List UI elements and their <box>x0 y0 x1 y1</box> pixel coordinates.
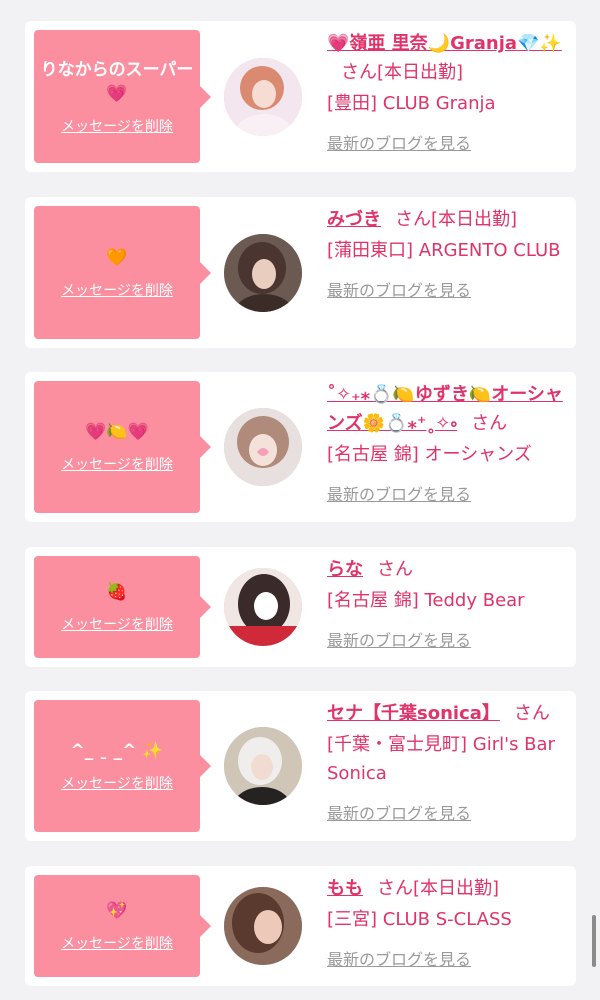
attendance-status: [本日出勤] <box>431 209 518 230</box>
avatar[interactable] <box>224 408 302 486</box>
delete-message-link[interactable]: メッセージを削除 <box>61 773 173 793</box>
profile-photo-icon <box>224 58 302 136</box>
list-item: りなからのスーパー💗 メッセージを削除 💗嶺亜 里奈🌙Granja💎✨ さん[本日… <box>25 21 576 172</box>
message-text: 💗🍋💗 <box>85 422 149 442</box>
avatar[interactable] <box>224 727 302 805</box>
profile-info: ˚✧₊⁎💍🍋ゆずき🍋オーシャンズ🌼💍⁎⁺˳✧༚ さん [名古屋 錦] オーシャンズ… <box>327 380 567 505</box>
message-bubble: ^_ ˍ _^ ✨ メッセージを削除 <box>34 700 211 832</box>
message-text: 💖 <box>106 901 128 921</box>
shop-name: [千葉・富士見町] Girl's Bar Sonica <box>327 734 555 784</box>
scrollbar[interactable] <box>592 915 596 967</box>
honorific: さん <box>513 703 550 724</box>
avatar[interactable] <box>224 568 302 646</box>
delete-message-link[interactable]: メッセージを削除 <box>61 933 173 953</box>
profile-info: みづき さん[本日出勤] [蒲田東口] ARGENTO CLUB 最新のブログを見… <box>327 205 567 301</box>
profile-info: もも さん[本日出勤] [三宮] CLUB S-CLASS 最新のブログを見る <box>327 874 567 970</box>
list-item: 💗🍋💗 メッセージを削除 ˚✧₊⁎💍🍋ゆずき🍋オーシャンズ🌼💍⁎⁺˳✧༚ さん [… <box>25 372 576 522</box>
profile-photo-icon <box>224 408 302 486</box>
honorific: さん <box>377 559 413 580</box>
attendance-status: [本日出勤] <box>377 62 464 83</box>
cast-name-link[interactable]: 💗嶺亜 里奈🌙Granja💎✨ <box>327 33 562 54</box>
shop-name: [蒲田東口] ARGENTO CLUB <box>327 240 561 261</box>
cast-name-link[interactable]: セナ【千葉sonica】 <box>327 703 500 724</box>
delete-message-link[interactable]: メッセージを削除 <box>61 614 173 634</box>
profile-info: 💗嶺亜 里奈🌙Granja💎✨ さん[本日出勤] [豊田] CLUB Granja… <box>327 29 567 154</box>
cast-name-link[interactable]: らな <box>327 559 363 580</box>
profile-photo-icon <box>224 727 302 805</box>
super-message-list: りなからのスーパー💗 メッセージを削除 💗嶺亜 里奈🌙Granja💎✨さん[本日… <box>0 0 600 1000</box>
avatar[interactable] <box>224 234 302 312</box>
cast-name-link[interactable]: みづき <box>327 209 381 230</box>
message-text: 🍓 <box>106 582 128 602</box>
avatar[interactable] <box>224 58 302 136</box>
honorific: さん <box>341 62 377 83</box>
latest-blog-link[interactable]: 最新のブログを見る <box>327 800 471 824</box>
latest-blog-link[interactable]: 最新のブログを見る <box>327 946 471 970</box>
latest-blog-link[interactable]: 最新のブログを見る <box>327 277 471 301</box>
attendance-status: [本日出勤] <box>413 878 500 899</box>
avatar[interactable] <box>224 887 302 965</box>
delete-message-link[interactable]: メッセージを削除 <box>61 116 173 136</box>
shop-name: [三宮] CLUB S-CLASS <box>327 909 512 930</box>
message-bubble: 🍓 メッセージを削除 <box>34 556 211 658</box>
delete-message-link[interactable]: メッセージを削除 <box>61 454 173 474</box>
cast-name-link[interactable]: もも <box>327 878 363 899</box>
profile-info: らな さん [名古屋 錦] Teddy Bear 最新のブログを見る <box>327 555 567 651</box>
honorific: さん <box>395 209 431 230</box>
latest-blog-link[interactable]: 最新のブログを見る <box>327 481 471 505</box>
list-item: ^_ ˍ _^ ✨ メッセージを削除 セナ【千葉sonica】 さん [千葉・富士… <box>25 691 576 841</box>
profile-photo-icon <box>224 234 302 312</box>
message-text: ^_ ˍ _^ ✨ <box>70 741 164 761</box>
profile-info: セナ【千葉sonica】 さん [千葉・富士見町] Girl's Bar Soni… <box>327 699 567 824</box>
cast-name-link[interactable]: ˚✧₊⁎💍🍋ゆずき🍋オーシャンズ🌼💍⁎⁺˳✧༚ <box>327 384 563 434</box>
honorific: さん <box>377 878 413 899</box>
delete-message-link[interactable]: メッセージを削除 <box>61 280 173 300</box>
shop-name: [名古屋 錦] オーシャンズ <box>327 444 532 465</box>
list-item: 🍓 メッセージを削除 らな さん [名古屋 錦] Teddy Bear 最新のブロ… <box>25 547 576 667</box>
message-bubble: りなからのスーパー💗 メッセージを削除 <box>34 30 211 163</box>
message-bubble: 💖 メッセージを削除 <box>34 875 211 977</box>
message-text: りなからのスーパー💗 <box>40 59 194 104</box>
profile-photo-icon <box>224 887 302 965</box>
message-text: 🧡 <box>106 247 128 268</box>
latest-blog-link[interactable]: 最新のブログを見る <box>327 627 471 651</box>
shop-name: [豊田] CLUB Granja <box>327 93 496 114</box>
profile-photo-icon <box>224 568 302 646</box>
shop-name: [名古屋 錦] Teddy Bear <box>327 590 525 611</box>
latest-blog-link[interactable]: 最新のブログを見る <box>327 130 471 154</box>
list-item: 🧡 メッセージを削除 みづき さん[本日出勤] [蒲田東口] ARGENTO CL… <box>25 197 576 348</box>
list-item: 💖 メッセージを削除 もも さん[本日出勤] [三宮] CLUB S-CLASS … <box>25 866 576 986</box>
message-bubble: 💗🍋💗 メッセージを削除 <box>34 381 211 513</box>
honorific: さん <box>471 413 508 434</box>
message-bubble: 🧡 メッセージを削除 <box>34 206 211 339</box>
